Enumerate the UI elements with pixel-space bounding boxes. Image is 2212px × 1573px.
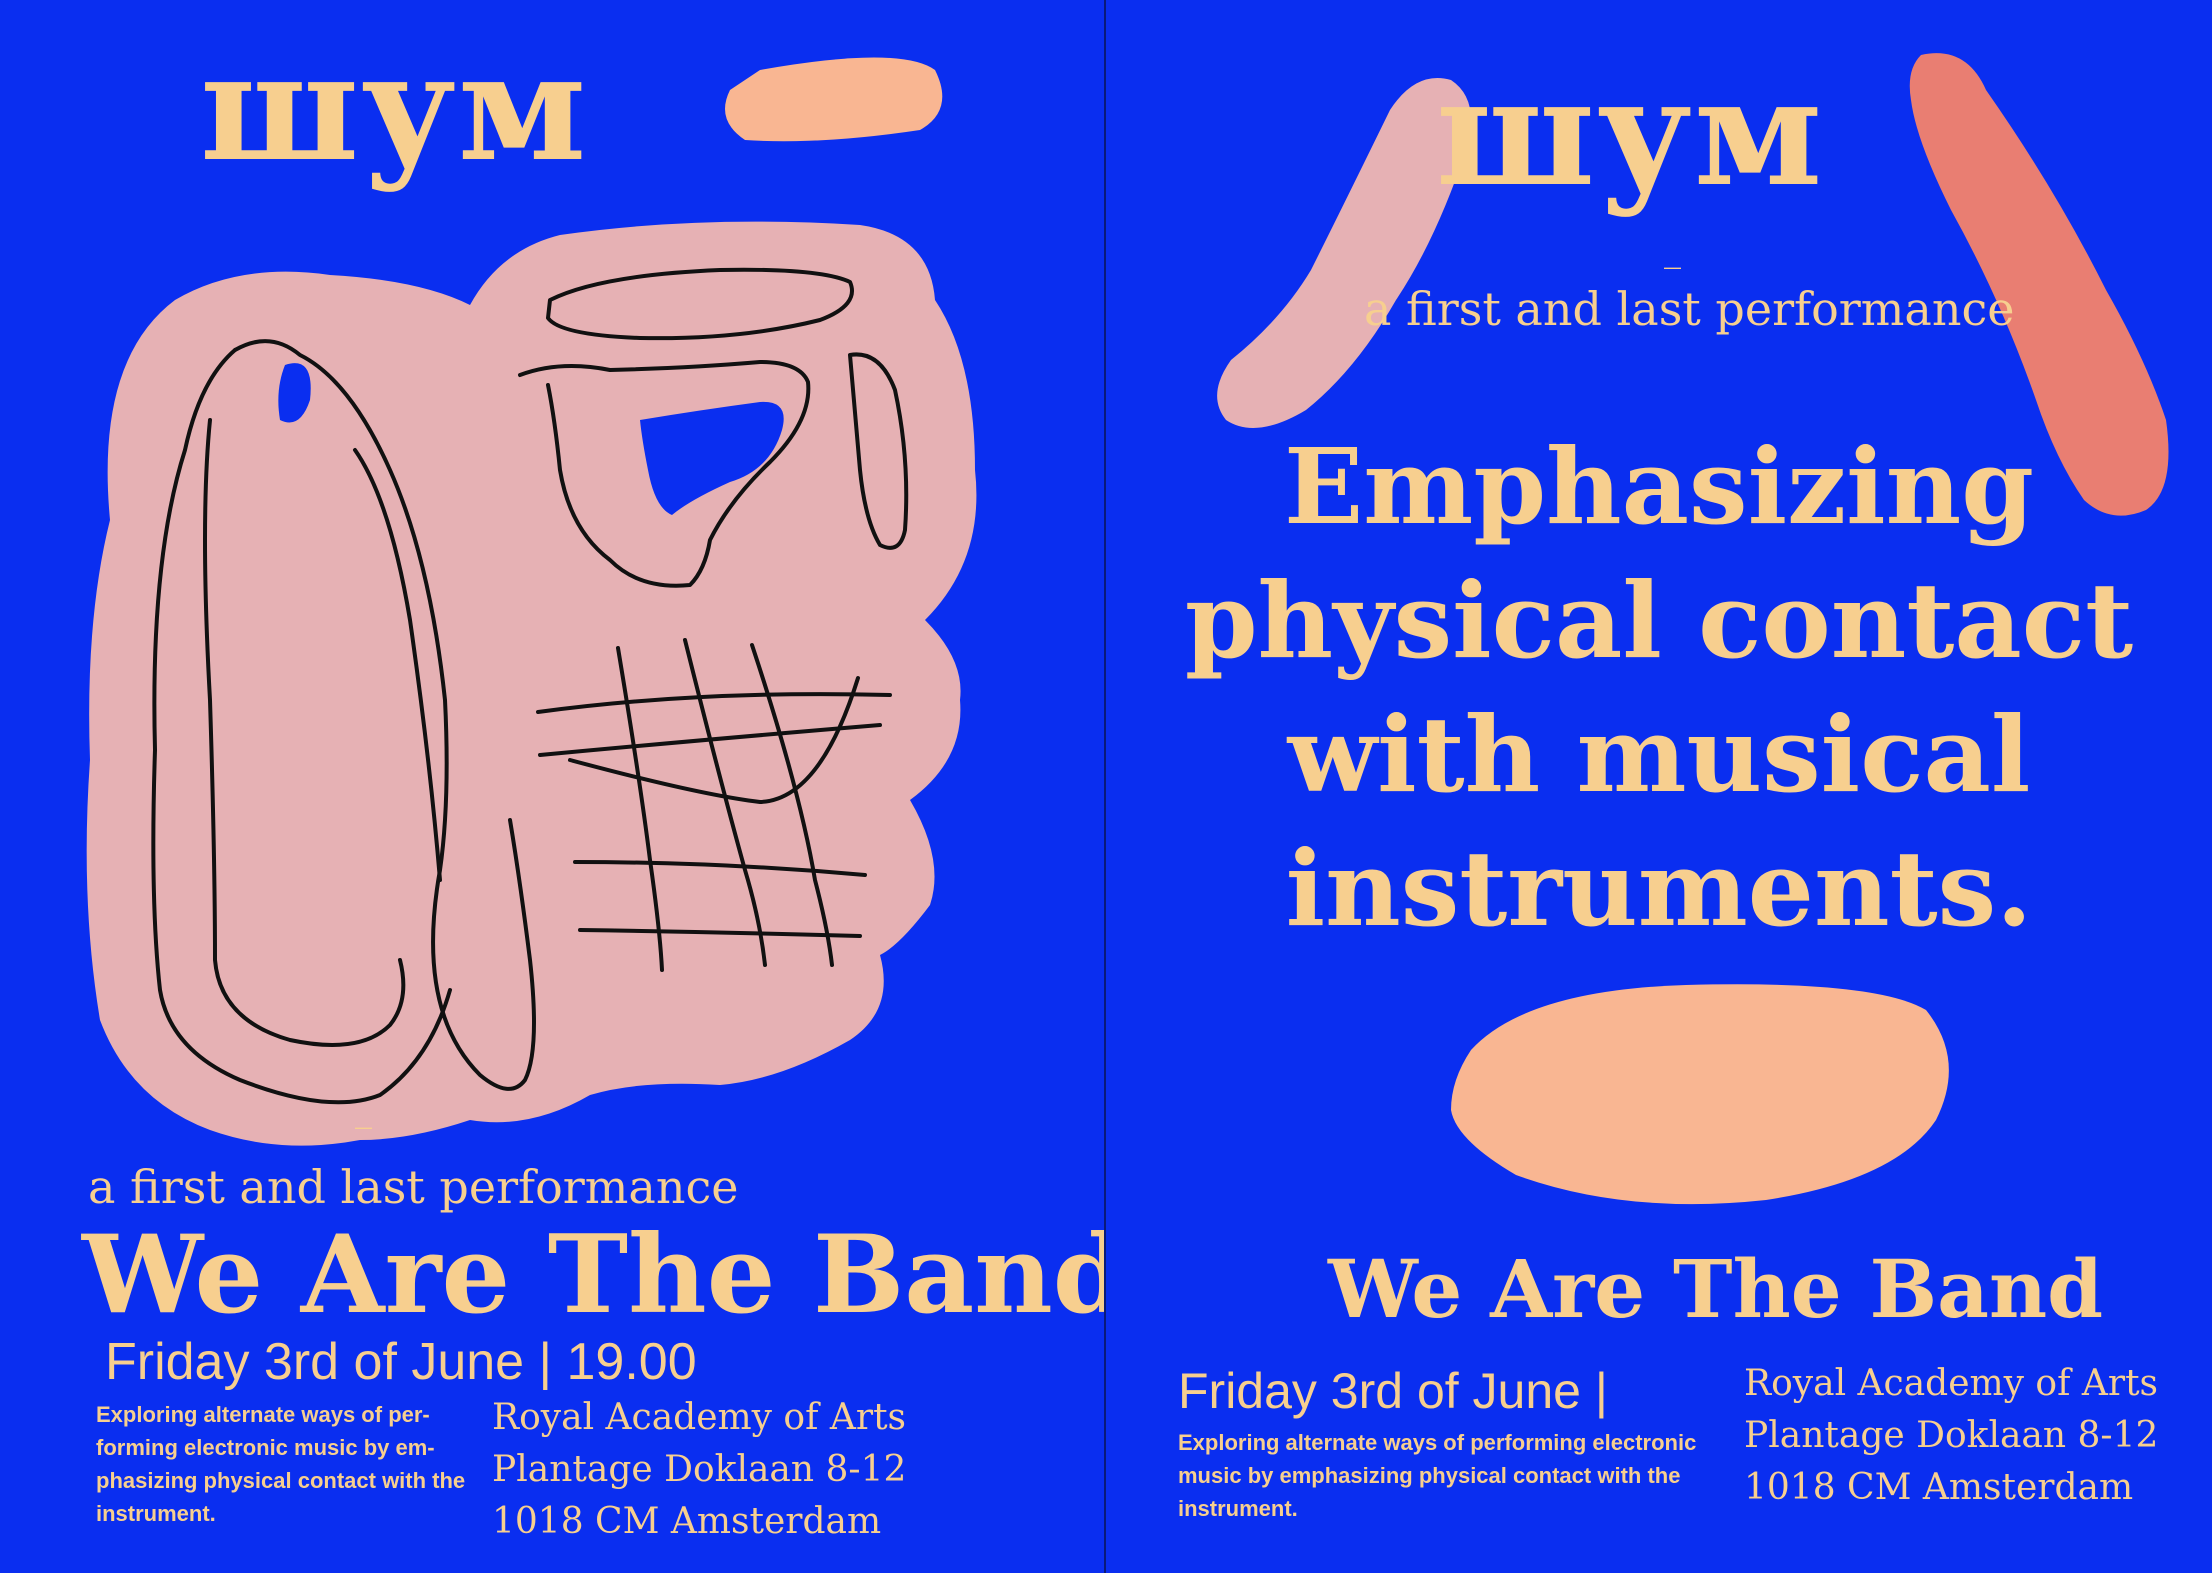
logo-text: шум xyxy=(1436,45,1825,219)
description: Exploring alternate ways of performing e… xyxy=(1178,1430,1697,1521)
event-date: Friday 3rd of June | 19.00 xyxy=(105,1333,697,1391)
subtitle-dash: _ xyxy=(355,1090,372,1130)
venue-address: Royal Academy of Arts Plantage Doklaan 8… xyxy=(1744,1358,2184,1514)
band-name: We Are The Band xyxy=(82,1212,1104,1338)
venue-address: Royal Academy of Arts Plantage Doklaan 8… xyxy=(492,1392,912,1548)
headline: Emphasizing physical contact with musica… xyxy=(1184,425,2134,950)
logo-text: шум xyxy=(200,20,589,194)
peach-pill-blob xyxy=(725,57,943,142)
pink-instrument-blob xyxy=(86,221,977,1146)
venue-line: Plantage Doklaan 8-12 xyxy=(492,1449,907,1490)
event-date: Friday 3rd of June | xyxy=(1178,1363,1608,1419)
venue-line: Royal Academy of Arts xyxy=(1744,1363,2159,1404)
venue-line: 1018 CM Amsterdam xyxy=(1744,1467,2134,1508)
subtitle: a first and last performance xyxy=(88,1160,739,1214)
peach-oval-blob xyxy=(1451,984,1949,1205)
band-name: We Are The Band xyxy=(1328,1242,2104,1336)
subtitle: a first and last performance xyxy=(1364,282,2015,336)
subtitle-dash: _ xyxy=(1664,230,1681,270)
venue-line: 1018 CM Amsterdam xyxy=(492,1501,882,1542)
venue-line: Royal Academy of Arts xyxy=(492,1397,907,1438)
poster-left: шум _ a first and last performance We Ar… xyxy=(0,0,1104,1573)
pink-stroke-blob xyxy=(1217,78,1471,428)
description: Exploring alternate ways of per-forming … xyxy=(96,1402,466,1526)
venue-line: Plantage Doklaan 8-12 xyxy=(1744,1415,2159,1456)
poster-right: шум _ a first and last performance Empha… xyxy=(1106,0,2212,1573)
